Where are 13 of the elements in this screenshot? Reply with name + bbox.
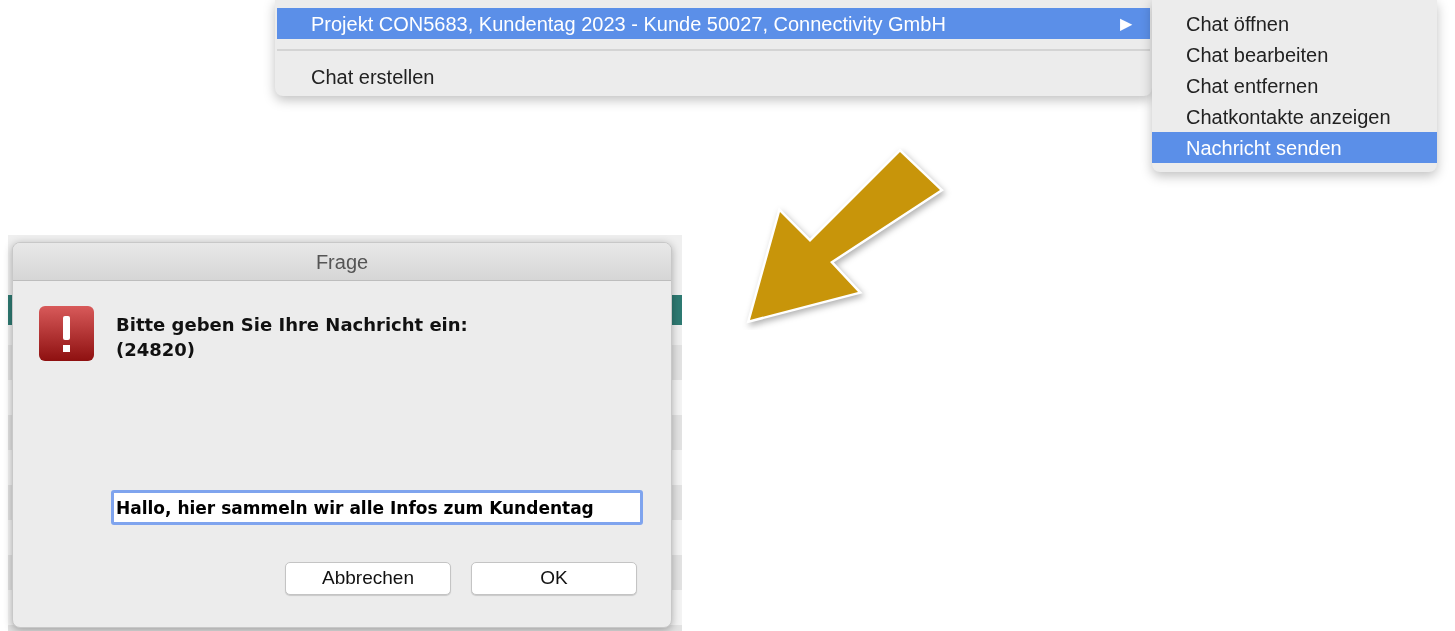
- submenu-item[interactable]: Chat bearbeiten: [1152, 39, 1437, 70]
- message-input-field[interactable]: Hallo, hier sammeln wir alle Infos zum Kundentag: [111, 490, 643, 525]
- submenu-item[interactable]: Chatkontakte anzeigen: [1152, 101, 1437, 132]
- dialog-message: Bitte geben Sie Ihre Nachricht ein:: [116, 313, 468, 337]
- dialog-title: Frage: [315, 249, 369, 275]
- submenu-item[interactable]: Chat entfernen: [1152, 70, 1437, 101]
- arrow-icon: [750, 152, 940, 320]
- submenu-item[interactable]: Chat öffnen: [1152, 8, 1437, 39]
- menu-item[interactable]: Chat erstellen: [277, 61, 1150, 92]
- warning-icon: [39, 306, 94, 361]
- dialog-message: (24820): [116, 338, 197, 362]
- dialog-button[interactable]: Abbrechen: [285, 562, 451, 595]
- dialog-button[interactable]: OK: [471, 562, 637, 595]
